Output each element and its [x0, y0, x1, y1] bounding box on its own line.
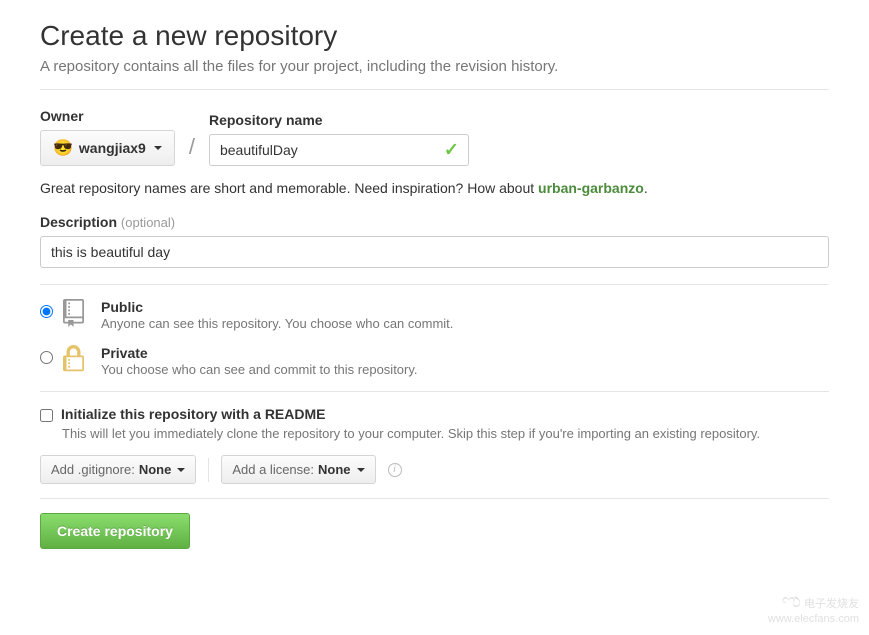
page-subtitle: A repository contains all the files for … [40, 58, 829, 75]
avatar-icon: 😎 [53, 138, 73, 158]
watermark: ಌ 电子发烧友 www.elecfans.com [768, 590, 859, 625]
divider [40, 391, 829, 392]
create-repository-button[interactable]: Create repository [40, 513, 190, 549]
name-hint: Great repository names are short and mem… [40, 180, 829, 196]
repo-name-input[interactable] [209, 134, 469, 166]
divider [40, 89, 829, 90]
page-title: Create a new repository [40, 20, 829, 52]
owner-username: wangjiax9 [79, 140, 146, 156]
caret-down-icon [154, 146, 162, 150]
repo-icon [63, 299, 91, 327]
watermark-text2: www.elecfans.com [768, 613, 859, 625]
license-prefix: Add a license: [232, 462, 314, 477]
divider [40, 498, 829, 499]
lock-icon [63, 345, 91, 373]
private-radio[interactable] [40, 351, 53, 364]
watermark-logo-icon: ಌ [782, 590, 801, 612]
public-sub: Anyone can see this repository. You choo… [101, 316, 453, 331]
divider [40, 284, 829, 285]
caret-down-icon [177, 468, 185, 472]
vertical-separator [208, 458, 209, 482]
description-input[interactable] [40, 236, 829, 268]
optional-text: (optional) [121, 215, 175, 230]
suggestion-link[interactable]: urban-garbanzo [538, 180, 644, 196]
hint-prefix: Great repository names are short and mem… [40, 180, 538, 196]
gitignore-value: None [139, 462, 172, 477]
watermark-text1: 电子发烧友 [804, 598, 859, 610]
public-title: Public [101, 299, 453, 315]
owner-label: Owner [40, 108, 175, 124]
license-value: None [318, 462, 351, 477]
readme-sub: This will let you immediately clone the … [62, 426, 829, 441]
description-label-text: Description [40, 214, 117, 230]
readme-checkbox[interactable] [40, 409, 53, 422]
repo-name-label: Repository name [209, 112, 469, 128]
caret-down-icon [357, 468, 365, 472]
public-radio[interactable] [40, 305, 53, 318]
gitignore-prefix: Add .gitignore: [51, 462, 135, 477]
check-icon: ✓ [444, 140, 459, 161]
readme-title: Initialize this repository with a README [61, 406, 325, 422]
description-label: Description (optional) [40, 214, 829, 230]
hint-suffix: . [644, 180, 648, 196]
private-title: Private [101, 345, 418, 361]
info-icon[interactable]: i [388, 463, 402, 477]
private-sub: You choose who can see and commit to thi… [101, 362, 418, 377]
slash-separator: / [189, 134, 195, 166]
license-dropdown[interactable]: Add a license: None [221, 455, 375, 484]
gitignore-dropdown[interactable]: Add .gitignore: None [40, 455, 196, 484]
owner-dropdown[interactable]: 😎 wangjiax9 [40, 130, 175, 166]
